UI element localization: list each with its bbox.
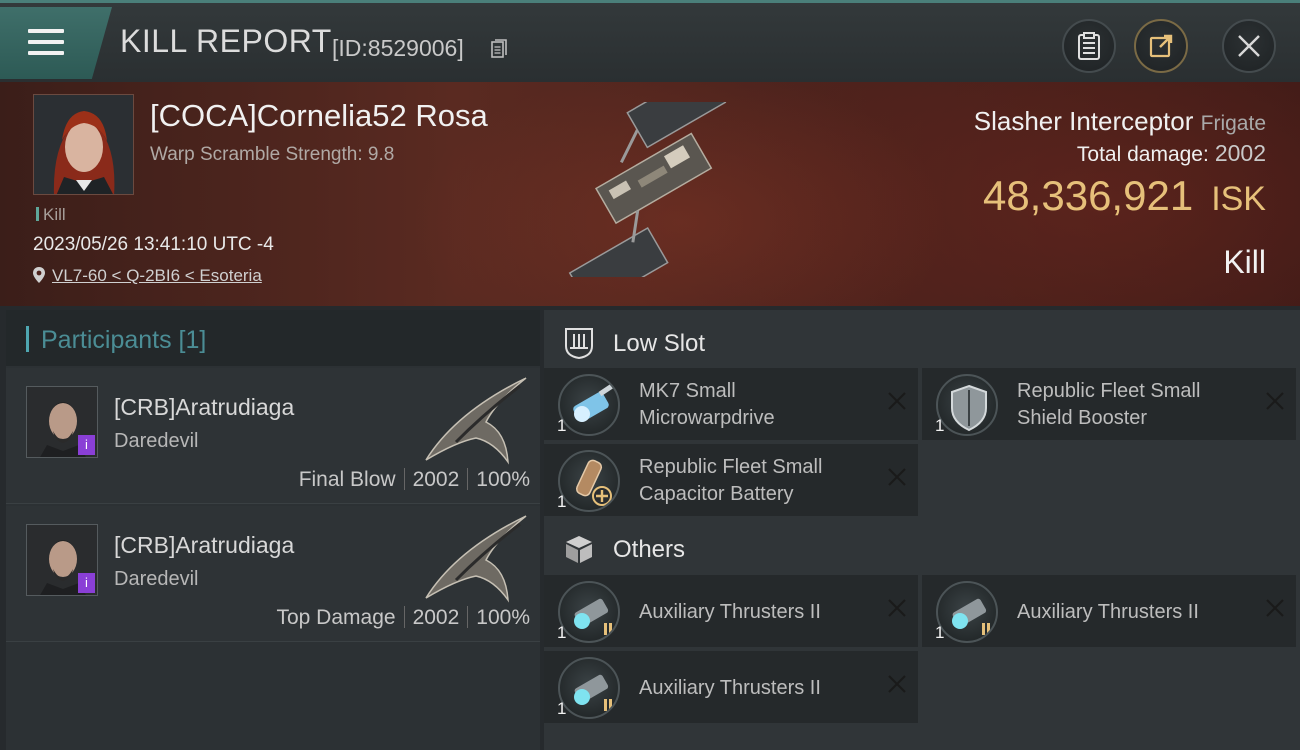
low-slot-header: Low Slot [544, 314, 1300, 370]
header-bar: KILL REPORT [ID:8529006] [0, 0, 1300, 82]
hamburger-icon [28, 29, 64, 62]
module-quantity: 1 [935, 416, 945, 435]
victim-ship-image [568, 102, 727, 277]
remove-icon[interactable] [886, 673, 908, 695]
kill-tag: Kill [36, 205, 66, 225]
remove-icon[interactable] [1264, 390, 1286, 412]
close-icon [1238, 35, 1260, 57]
microwarpdrive-icon [558, 374, 620, 436]
participant-stats: Final Blow 2002 100% [299, 468, 530, 492]
total-damage-label: Total damage: [1076, 143, 1209, 166]
location-link[interactable]: VL7-60 < Q-2BI6 < Esoteria [52, 266, 262, 285]
module-quantity: 1 [935, 623, 945, 642]
isk-value: 48,336,921 ISK [983, 172, 1266, 220]
participant-percent: 100% [476, 606, 530, 629]
clipboard-button[interactable] [1062, 19, 1116, 73]
module-item[interactable]: 1 Auxiliary Thrusters II [544, 575, 918, 647]
participant-avatar[interactable]: i [26, 524, 98, 596]
participant-row[interactable]: i [CRB]Aratrudiaga Daredevil Top Damage 2… [6, 506, 540, 642]
module-name: Auxiliary Thrusters II [639, 601, 821, 623]
thruster-icon [558, 657, 620, 719]
module-name: Auxiliary Thrusters II [1017, 601, 1199, 623]
capacitor-battery-icon [558, 450, 620, 512]
module-quantity: 1 [557, 699, 567, 718]
participant-avatar[interactable]: i [26, 386, 98, 458]
remove-icon[interactable] [886, 597, 908, 619]
module-item[interactable]: 1 Republic Fleet Small Shield Booster [922, 368, 1296, 440]
module-item[interactable]: 1 Auxiliary Thrusters II [544, 651, 918, 723]
others-title: Others [613, 536, 686, 563]
kill-tag-label: Kill [43, 205, 66, 224]
fitting-panel: Low Slot 1 MK7 Small Microwarpdrive 1 Re… [544, 310, 1300, 750]
victim-portrait[interactable] [33, 94, 134, 195]
module-name: MK7 Small Microwarpdrive [639, 380, 775, 429]
thruster-icon [558, 581, 620, 643]
page-title: KILL REPORT [120, 23, 332, 59]
module-item[interactable]: 1 MK7 Small Microwarpdrive [544, 368, 918, 440]
tier-badge: i [78, 573, 95, 593]
module-quantity: 1 [557, 416, 567, 435]
module-item[interactable]: 1 Republic Fleet Small Capacitor Battery [544, 444, 918, 516]
module-quantity: 1 [557, 623, 567, 642]
share-icon [1149, 34, 1173, 58]
remove-icon[interactable] [886, 390, 908, 412]
participant-name[interactable]: [CRB]Aratrudiaga [114, 394, 294, 421]
share-button[interactable] [1134, 19, 1188, 73]
report-id: [ID:8529006] [332, 35, 464, 61]
participant-row[interactable]: i [CRB]Aratrudiaga Daredevil Final Blow 2… [6, 368, 540, 504]
isk-amount: 48,336,921 [982, 172, 1194, 219]
module-name: Auxiliary Thrusters II [639, 677, 821, 699]
participant-ship: Daredevil [114, 568, 199, 590]
others-header: Others [544, 520, 1300, 576]
kill-banner: [COCA]Cornelia52 Rosa Warp Scramble Stre… [0, 82, 1300, 306]
isk-unit: ISK [1211, 180, 1266, 218]
kill-location[interactable]: VL7-60 < Q-2BI6 < Esoteria [32, 266, 262, 286]
shield-booster-icon [936, 374, 998, 436]
copy-icon[interactable] [491, 39, 507, 59]
low-slot-title: Low Slot [613, 330, 706, 357]
close-button[interactable] [1222, 19, 1276, 73]
remove-icon[interactable] [886, 466, 908, 488]
participant-role: Final Blow [298, 468, 396, 491]
ship-class: Frigate [1200, 112, 1266, 135]
participant-damage: 2002 [412, 468, 460, 491]
ship-name-text: Slasher Interceptor [973, 106, 1194, 136]
ship-name[interactable]: Slasher Interceptor Frigate [974, 106, 1266, 137]
module-name: Republic Fleet Small Capacitor Battery [639, 456, 823, 505]
participant-ship-image [425, 515, 527, 603]
clipboard-icon [1078, 32, 1100, 60]
participant-name[interactable]: [CRB]Aratrudiaga [114, 532, 294, 559]
tier-badge: i [78, 435, 95, 455]
location-pin-icon [33, 267, 45, 283]
module-quantity: 1 [557, 492, 567, 511]
warp-scramble-strength: Warp Scramble Strength: 9.8 [150, 144, 395, 165]
participants-header: Participants [1] [6, 310, 540, 366]
cube-icon [566, 536, 592, 563]
participant-percent: 100% [476, 468, 530, 491]
total-damage-value: 2002 [1214, 140, 1266, 166]
participants-panel: Participants [1] i [CRB]Aratrudiaga Dare… [6, 310, 540, 750]
menu-button[interactable] [0, 7, 112, 79]
participants-title: Participants [1] [41, 326, 207, 354]
module-name: Republic Fleet Small Shield Booster [1017, 380, 1201, 429]
victim-name[interactable]: [COCA]Cornelia52 Rosa [150, 98, 488, 134]
participant-ship: Daredevil [114, 430, 199, 452]
total-damage: Total damage: 2002 [1077, 140, 1266, 167]
remove-icon[interactable] [1264, 597, 1286, 619]
participant-ship-image [425, 377, 527, 465]
low-slot-icon [565, 328, 593, 360]
participant-damage: 2002 [412, 606, 460, 629]
module-item[interactable]: 1 Auxiliary Thrusters II [922, 575, 1296, 647]
kill-date: 2023/05/26 13:41:10 UTC -4 [33, 234, 274, 255]
participant-role: Top Damage [276, 606, 396, 629]
result-label: Kill [1223, 244, 1266, 280]
participant-stats: Top Damage 2002 100% [276, 606, 530, 630]
thruster-icon [936, 581, 998, 643]
